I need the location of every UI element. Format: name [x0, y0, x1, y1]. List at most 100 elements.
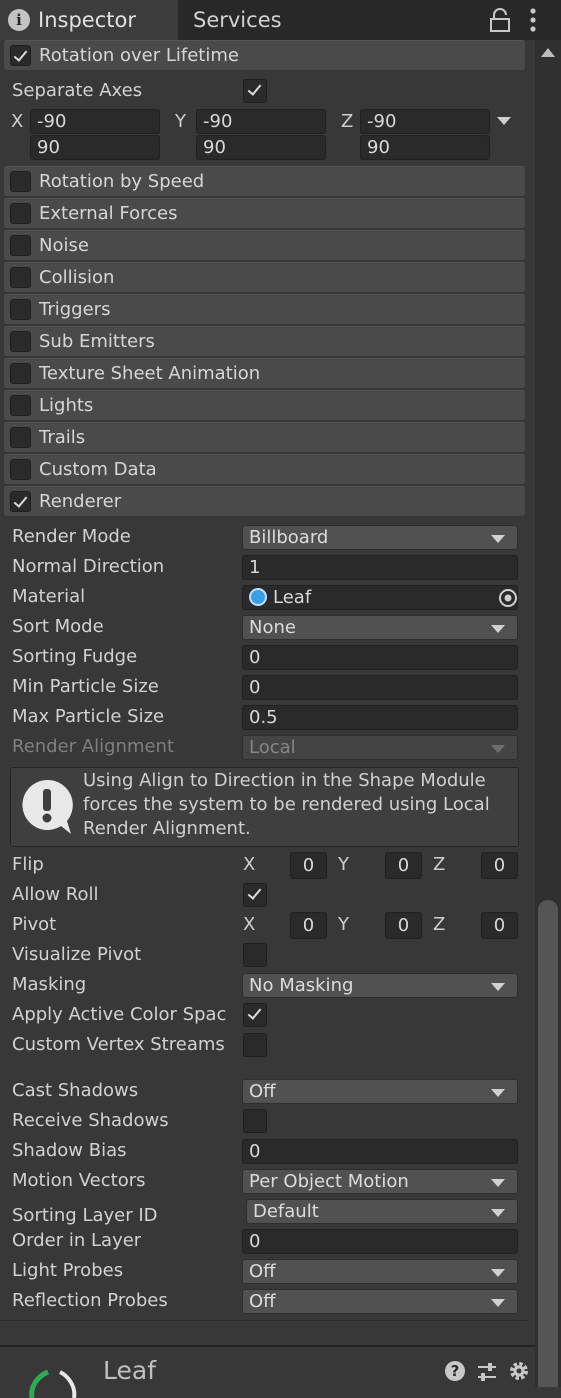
module-enabled-checkbox[interactable]	[10, 45, 31, 66]
pivot-y-field[interactable]: 0	[385, 912, 422, 939]
max-particle-size-field[interactable]: 0.5	[242, 705, 518, 730]
module-enabled-checkbox[interactable]	[10, 235, 31, 256]
module-enabled-checkbox[interactable]	[10, 203, 31, 224]
cast-shadows-dropdown[interactable]: Off	[242, 1079, 518, 1104]
render-alignment-value: Local	[249, 737, 296, 758]
sorting-fudge-label: Sorting Fudge	[12, 646, 138, 667]
module-noise[interactable]: Noise	[4, 230, 525, 260]
render-mode-dropdown[interactable]: Billboard	[242, 525, 518, 550]
scroll-up-arrow-icon[interactable]	[541, 48, 555, 57]
module-sub-emitters[interactable]: Sub Emitters	[4, 326, 525, 356]
help-box-text: Using Align to Direction in the Shape Mo…	[83, 770, 490, 839]
curve-mode-dropdown-icon[interactable]	[497, 117, 511, 125]
module-enabled-checkbox[interactable]	[10, 331, 31, 352]
masking-value: No Masking	[249, 975, 354, 996]
module-texture-sheet-animation[interactable]: Texture Sheet Animation	[4, 358, 525, 388]
max-particle-size-label: Max Particle Size	[12, 706, 165, 727]
lock-icon[interactable]	[489, 8, 511, 32]
reflection-probes-label: Reflection Probes	[12, 1290, 168, 1311]
order-in-layer-field[interactable]: 0	[242, 1229, 518, 1254]
reflection-probes-dropdown[interactable]: Off	[242, 1289, 518, 1314]
help-icon[interactable]: ?	[445, 1361, 465, 1381]
y-min-field[interactable]: -90	[196, 109, 326, 134]
motion-vectors-label: Motion Vectors	[12, 1170, 146, 1191]
apply-active-color-space-checkbox[interactable]	[243, 1003, 267, 1027]
light-probes-label: Light Probes	[12, 1260, 124, 1281]
allow-roll-checkbox[interactable]	[243, 883, 267, 907]
pivot-y-label: Y	[338, 914, 349, 935]
receive-shadows-checkbox[interactable]	[243, 1109, 267, 1133]
sorting-layer-id-label: Sorting Layer ID	[12, 1205, 158, 1226]
chevron-down-icon	[491, 983, 505, 991]
z-min-field[interactable]: -90	[360, 109, 490, 134]
module-trails[interactable]: Trails	[4, 422, 525, 452]
kebab-menu-icon[interactable]	[525, 7, 541, 33]
x-max-field[interactable]: 90	[30, 135, 160, 160]
chevron-down-icon	[491, 625, 505, 633]
panel-divider	[0, 1320, 527, 1321]
module-enabled-checkbox[interactable]	[10, 267, 31, 288]
module-enabled-checkbox[interactable]	[10, 363, 31, 384]
pivot-z-field[interactable]: 0	[481, 912, 518, 939]
receive-shadows-label: Receive Shadows	[12, 1110, 169, 1131]
chevron-down-icon	[491, 1299, 505, 1307]
tab-inspector-label: Inspector	[38, 8, 136, 32]
module-rotation-by-speed[interactable]: Rotation by Speed	[4, 166, 525, 196]
flip-z-field[interactable]: 0	[481, 852, 518, 879]
flip-x-field[interactable]: 0	[290, 852, 327, 879]
custom-vertex-streams-checkbox[interactable]	[243, 1033, 267, 1057]
module-triggers[interactable]: Triggers	[4, 294, 525, 324]
object-picker-icon[interactable]	[497, 587, 519, 609]
pivot-x-label: X	[243, 914, 256, 935]
material-value: Leaf	[273, 587, 312, 608]
masking-dropdown[interactable]: No Masking	[242, 973, 518, 998]
module-enabled-checkbox[interactable]	[10, 299, 31, 320]
shadow-bias-field[interactable]: 0	[242, 1139, 518, 1164]
module-enabled-checkbox[interactable]	[10, 459, 31, 480]
normal-direction-field[interactable]: 1	[242, 555, 518, 580]
gear-icon[interactable]	[507, 1359, 531, 1383]
module-external-forces[interactable]: External Forces	[4, 198, 525, 228]
light-probes-value: Off	[249, 1261, 276, 1282]
module-collision[interactable]: Collision	[4, 262, 525, 292]
sorting-fudge-field[interactable]: 0	[242, 645, 518, 670]
separate-axes-checkbox[interactable]	[243, 79, 267, 103]
chevron-down-icon	[491, 1179, 505, 1187]
tab-inspector[interactable]: i Inspector	[0, 0, 178, 40]
tab-services[interactable]: Services	[193, 0, 282, 40]
min-particle-size-label: Min Particle Size	[12, 676, 159, 697]
visualize-pivot-checkbox[interactable]	[243, 943, 267, 967]
module-rotation-over-lifetime[interactable]: Rotation over Lifetime	[4, 40, 525, 70]
module-renderer[interactable]: Renderer	[4, 486, 525, 516]
module-label: Texture Sheet Animation	[39, 363, 261, 384]
scrollbar-thumb[interactable]	[538, 900, 558, 1387]
material-field[interactable]: Leaf	[242, 585, 518, 610]
module-custom-data[interactable]: Custom Data	[4, 454, 525, 484]
module-enabled-checkbox[interactable]	[10, 395, 31, 416]
module-enabled-checkbox[interactable]	[10, 427, 31, 448]
sort-mode-value: None	[249, 617, 296, 638]
module-enabled-checkbox[interactable]	[10, 171, 31, 192]
sort-mode-dropdown[interactable]: None	[242, 615, 518, 640]
module-enabled-checkbox[interactable]	[10, 491, 31, 512]
z-max-field[interactable]: 90	[360, 135, 490, 160]
flip-y-field[interactable]: 0	[385, 852, 422, 879]
render-alignment-label: Render Alignment	[12, 736, 175, 757]
sorting-layer-id-dropdown[interactable]: Default	[246, 1199, 518, 1224]
min-particle-size-field[interactable]: 0	[242, 675, 518, 700]
y-max-field[interactable]: 90	[196, 135, 326, 160]
light-probes-dropdown[interactable]: Off	[242, 1259, 518, 1284]
pivot-label: Pivot	[12, 914, 57, 935]
module-lights[interactable]: Lights	[4, 390, 525, 420]
chevron-down-icon	[491, 1269, 505, 1277]
presets-icon[interactable]	[476, 1360, 498, 1384]
motion-vectors-dropdown[interactable]: Per Object Motion	[242, 1169, 518, 1194]
module-label: Triggers	[39, 299, 111, 320]
pivot-x-field[interactable]: 0	[290, 912, 327, 939]
x-min-field[interactable]: -90	[30, 109, 160, 134]
module-label: Rotation over Lifetime	[39, 45, 239, 66]
flip-y-label: Y	[338, 854, 349, 875]
z-axis-label: Z	[341, 111, 354, 132]
reflection-probes-value: Off	[249, 1291, 276, 1312]
visualize-pivot-label: Visualize Pivot	[12, 944, 142, 965]
